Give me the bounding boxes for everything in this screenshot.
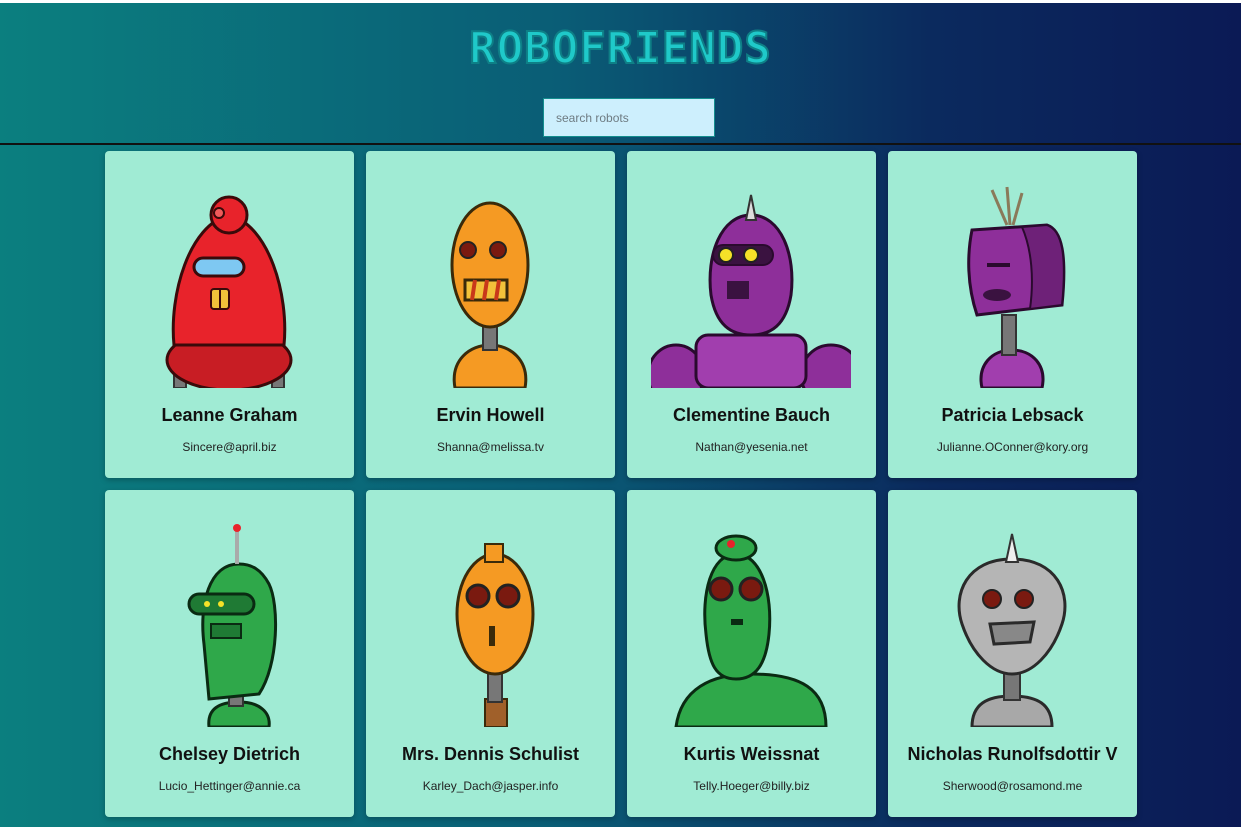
robot-card-list: Leanne Graham Sincere@april.biz Ervin Ho… (105, 151, 1137, 817)
robot-name: Chelsey Dietrich (158, 744, 301, 764)
robot-card[interactable]: Chelsey Dietrich Lucio_Hettinger@annie.c… (105, 490, 354, 817)
robot-card[interactable]: Nicholas Runolfsdottir V Sherwood@rosamo… (888, 490, 1137, 817)
robot-card[interactable]: Kurtis Weissnat Telly.Hoeger@billy.biz (627, 490, 876, 817)
robot-email: Sherwood@rosamond.me (942, 779, 1083, 793)
purple-robot-avatar (651, 185, 851, 388)
green-robot-avatar (129, 524, 329, 727)
robot-email: Karley_Dach@jasper.info (422, 779, 559, 793)
robot-email: Julianne.OConner@kory.org (936, 440, 1089, 454)
app-header: ROBOFRIENDS (0, 3, 1241, 145)
orange-robot-avatar (390, 185, 590, 388)
robot-email: Telly.Hoeger@billy.biz (693, 779, 810, 793)
robot-card[interactable]: Mrs. Dennis Schulist Karley_Dach@jasper.… (366, 490, 615, 817)
robot-card[interactable]: Clementine Bauch Nathan@yesenia.net (627, 151, 876, 478)
search-input[interactable] (543, 98, 715, 137)
app-title: ROBOFRIENDS (468, 22, 772, 75)
purple-robot-avatar (912, 185, 1112, 388)
robot-email: Sincere@april.biz (182, 440, 277, 454)
robot-name: Mrs. Dennis Schulist (401, 744, 580, 764)
red-robot-avatar (129, 185, 329, 388)
robot-name: Nicholas Runolfsdottir V (907, 744, 1118, 764)
robot-email: Lucio_Hettinger@annie.ca (158, 779, 301, 793)
robot-name: Clementine Bauch (672, 405, 831, 425)
robot-name: Patricia Lebsack (941, 405, 1084, 425)
robot-card[interactable]: Ervin Howell Shanna@melissa.tv (366, 151, 615, 478)
gray-robot-avatar (912, 524, 1112, 727)
robot-card[interactable]: Leanne Graham Sincere@april.biz (105, 151, 354, 478)
robot-name: Ervin Howell (436, 405, 545, 425)
green-robot-avatar (651, 524, 851, 727)
robot-email: Nathan@yesenia.net (695, 440, 808, 454)
robot-card[interactable]: Patricia Lebsack Julianne.OConner@kory.o… (888, 151, 1137, 478)
robot-email: Shanna@melissa.tv (437, 440, 544, 454)
robot-name: Kurtis Weissnat (683, 744, 820, 764)
orange-robot-avatar (390, 524, 590, 727)
robot-name: Leanne Graham (161, 405, 298, 425)
